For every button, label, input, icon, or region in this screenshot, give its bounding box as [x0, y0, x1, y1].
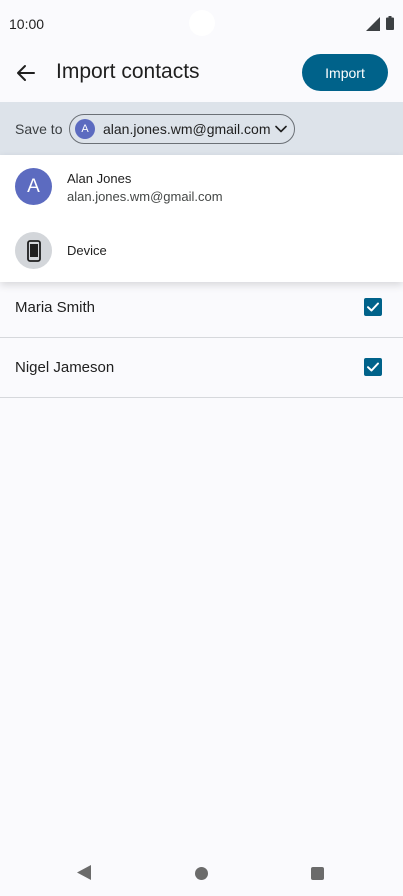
phone-device-icon	[15, 232, 52, 269]
account-avatar: A	[15, 168, 52, 205]
account-selector-chip[interactable]: A alan.jones.wm@gmail.com	[69, 114, 295, 144]
dropdown-item-device[interactable]: Device	[0, 219, 403, 282]
device-label: Device	[67, 243, 107, 258]
app-bar: Import contacts Import	[0, 48, 403, 102]
status-time: 10:00	[9, 16, 45, 32]
battery-icon	[386, 16, 394, 30]
import-button-label: Import	[325, 64, 365, 81]
status-bar: 10:00	[0, 0, 403, 48]
front-camera-cutout	[189, 10, 215, 36]
contact-row[interactable]: Nigel Jameson	[0, 338, 403, 398]
save-to-bar: Save to A alan.jones.wm@gmail.com	[0, 102, 403, 155]
contact-name: Nigel Jameson	[15, 359, 115, 376]
account-dropdown-menu: A Alan Jones alan.jones.wm@gmail.com Dev…	[0, 155, 403, 282]
account-name: Alan Jones	[67, 171, 132, 186]
back-button[interactable]	[6, 53, 46, 93]
account-email: alan.jones.wm@gmail.com	[67, 189, 223, 204]
contact-row[interactable]: Maria Smith	[0, 278, 403, 338]
import-button[interactable]: Import	[302, 54, 388, 91]
nav-recents-icon[interactable]	[311, 867, 324, 880]
checkmark-icon	[367, 302, 379, 312]
save-to-label: Save to	[15, 121, 63, 137]
signal-icon	[366, 17, 380, 31]
dropdown-item-google-account[interactable]: A Alan Jones alan.jones.wm@gmail.com	[0, 155, 403, 218]
system-navigation-bar	[0, 848, 403, 896]
nav-back-icon[interactable]	[77, 865, 91, 880]
account-avatar: A	[75, 119, 95, 139]
selected-account-email: alan.jones.wm@gmail.com	[103, 121, 271, 137]
contact-checkbox[interactable]	[364, 298, 382, 316]
arrow-left-icon	[17, 65, 35, 81]
contact-name: Maria Smith	[15, 299, 96, 316]
nav-home-icon[interactable]	[195, 867, 208, 880]
chevron-down-icon	[275, 125, 287, 133]
import-contacts-screen: 10:00 Import contacts Import Save to A a…	[0, 0, 403, 896]
checkmark-icon	[367, 362, 379, 372]
page-title: Import contacts	[56, 60, 200, 83]
contact-checkbox[interactable]	[364, 358, 382, 376]
